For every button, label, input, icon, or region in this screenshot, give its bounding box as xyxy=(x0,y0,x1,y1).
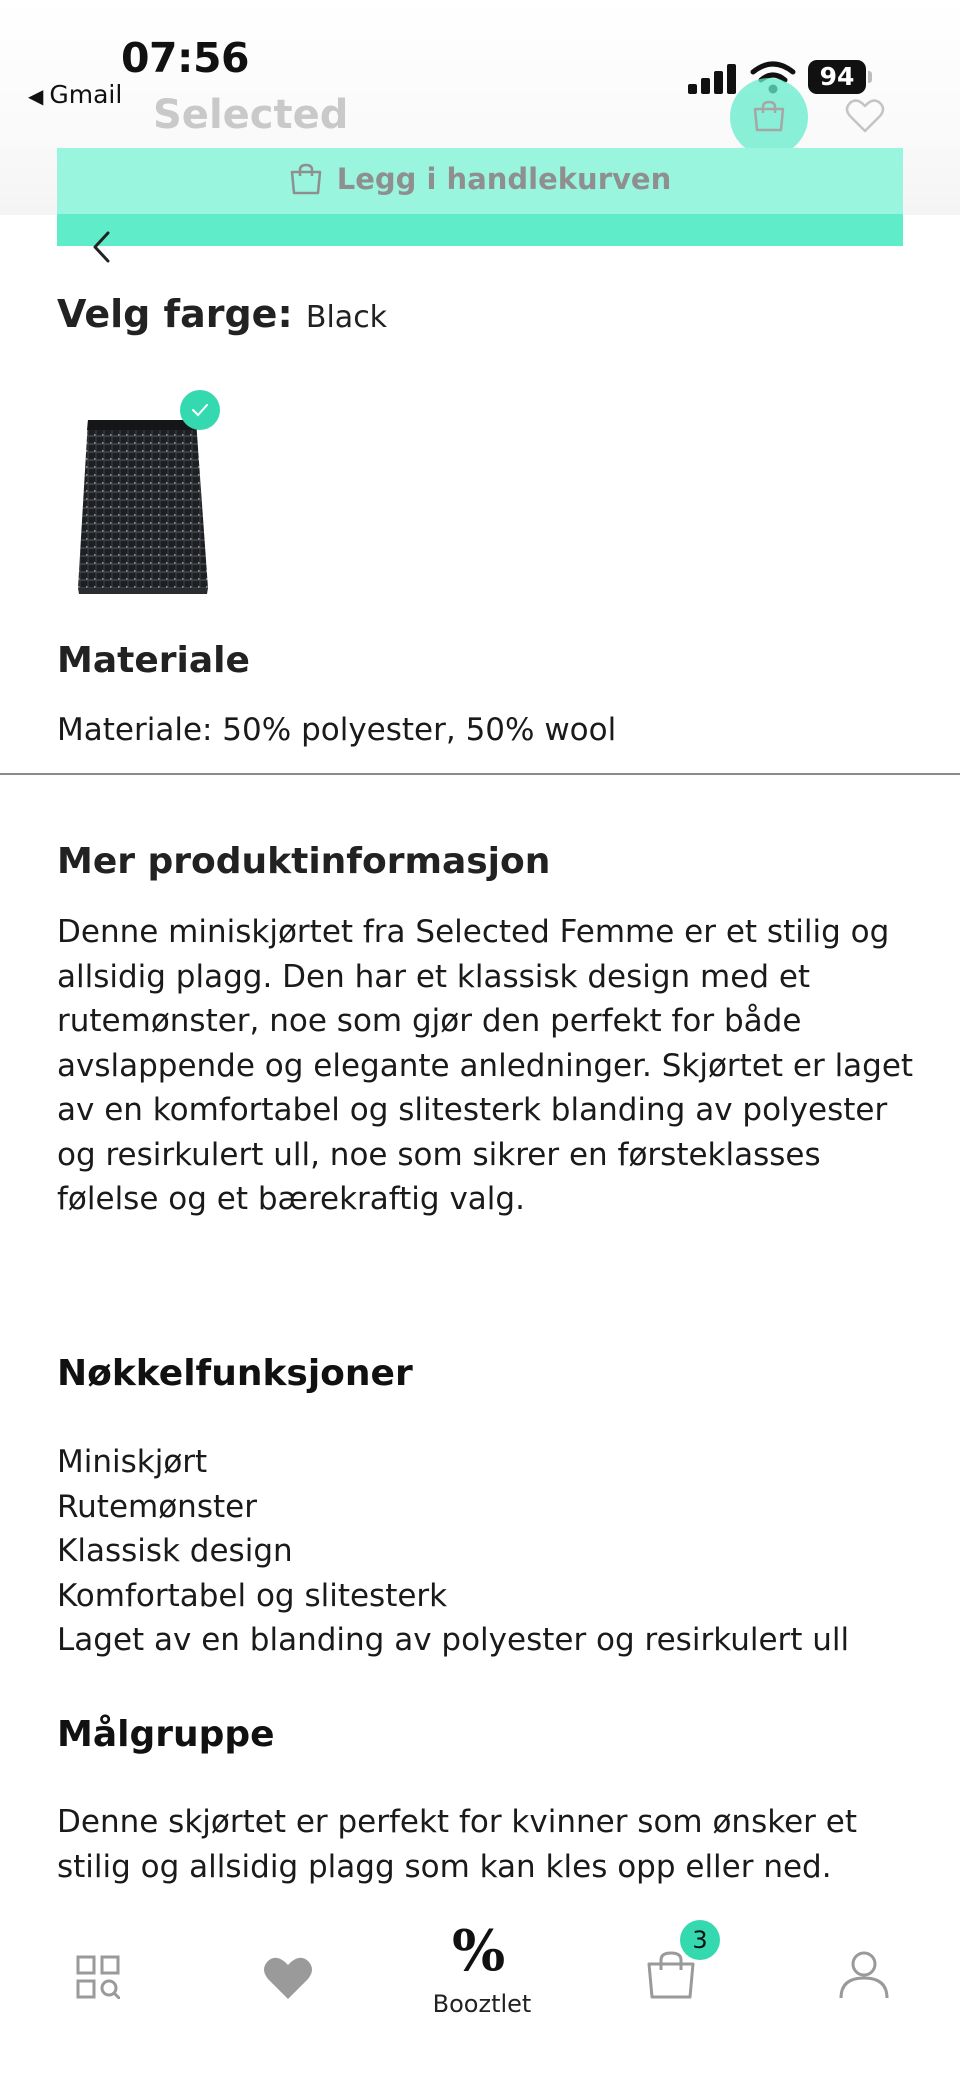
cart-count-badge: 3 xyxy=(680,1920,720,1960)
profile-icon[interactable] xyxy=(838,1950,890,2000)
status-time: 07:56 xyxy=(121,34,250,82)
shopping-bag-icon xyxy=(753,100,785,132)
back-to-app-link[interactable]: ◀ Gmail xyxy=(28,80,122,109)
more-info-heading: Mer produktinformasjon xyxy=(57,841,551,882)
add-to-cart-bar-accent xyxy=(57,214,903,246)
feature-item: Klassisk design xyxy=(57,1533,293,1569)
back-triangle-icon: ◀ xyxy=(28,84,44,108)
description-line: rutemønster, noe som gjør den perfekt fo… xyxy=(57,1003,802,1039)
color-heading: Velg farge: Black xyxy=(57,292,387,336)
material-heading: Materiale xyxy=(57,640,250,681)
description-line: avslappende og elegante anledninger. Skj… xyxy=(57,1047,914,1084)
feature-item: Laget av en blanding av polyester og res… xyxy=(57,1622,850,1658)
more-info-description: Denne miniskjørtet fra Selected Femme er… xyxy=(57,910,913,1222)
description-line: følelse og et bærekraftig valg. xyxy=(57,1181,525,1217)
selected-color-value: Black xyxy=(305,300,388,335)
percent-icon[interactable]: % xyxy=(452,1918,505,1984)
feature-item: Miniskjørt xyxy=(57,1444,208,1480)
booztlet-tab-label[interactable]: Booztlet xyxy=(420,1990,544,2018)
target-line: stilig og allsidig plagg som kan kles op… xyxy=(57,1848,832,1885)
description-line: Denne miniskjørtet fra Selected Femme er… xyxy=(57,914,890,950)
description-line: og resirkulert ull, noe som sikrer en fø… xyxy=(57,1136,821,1173)
color-heading-label: Velg farge: xyxy=(57,292,293,336)
section-divider xyxy=(0,773,960,775)
favorite-heart-icon[interactable] xyxy=(845,98,885,134)
description-line: allsidig plagg. Den har et klassisk desi… xyxy=(57,958,811,995)
back-app-label: Gmail xyxy=(49,80,123,109)
chevron-left-icon[interactable] xyxy=(90,230,112,264)
feature-item: Rutemønster xyxy=(57,1488,257,1525)
battery-indicator: 94 xyxy=(808,60,872,94)
description-line: av en komfortabel og slitesterk blanding… xyxy=(57,1092,888,1128)
heart-icon[interactable] xyxy=(262,1955,314,2001)
color-swatch-black-skirt[interactable] xyxy=(68,408,218,598)
target-line: Denne skjørtet er perfekt for kvinner so… xyxy=(57,1804,857,1840)
add-to-cart-label: Legg i handlekurven xyxy=(336,162,672,196)
key-features-heading: Nøkkelfunksjoner xyxy=(57,1353,413,1394)
brand-name: Selected xyxy=(153,92,349,138)
cart-bag-icon xyxy=(290,163,321,195)
status-bar: 07:56 ◀ Gmail 94 xyxy=(0,0,960,110)
material-text: Materiale: 50% polyester, 50% wool xyxy=(57,712,617,748)
selected-check-badge xyxy=(180,390,220,430)
target-group-text: Denne skjørtet er perfekt for kvinner so… xyxy=(57,1800,857,1889)
cellular-signal-icon xyxy=(688,64,738,94)
header-bag-button[interactable] xyxy=(730,78,808,156)
key-features-list: Miniskjørt Rutemønster Klassisk design K… xyxy=(57,1440,849,1663)
target-group-heading: Målgruppe xyxy=(57,1714,275,1755)
bag-icon[interactable] xyxy=(645,1950,697,2000)
feature-item: Komfortabel og slitesterk xyxy=(57,1577,448,1614)
checkmark-icon xyxy=(192,404,208,417)
categories-search-icon[interactable] xyxy=(76,1955,120,1999)
